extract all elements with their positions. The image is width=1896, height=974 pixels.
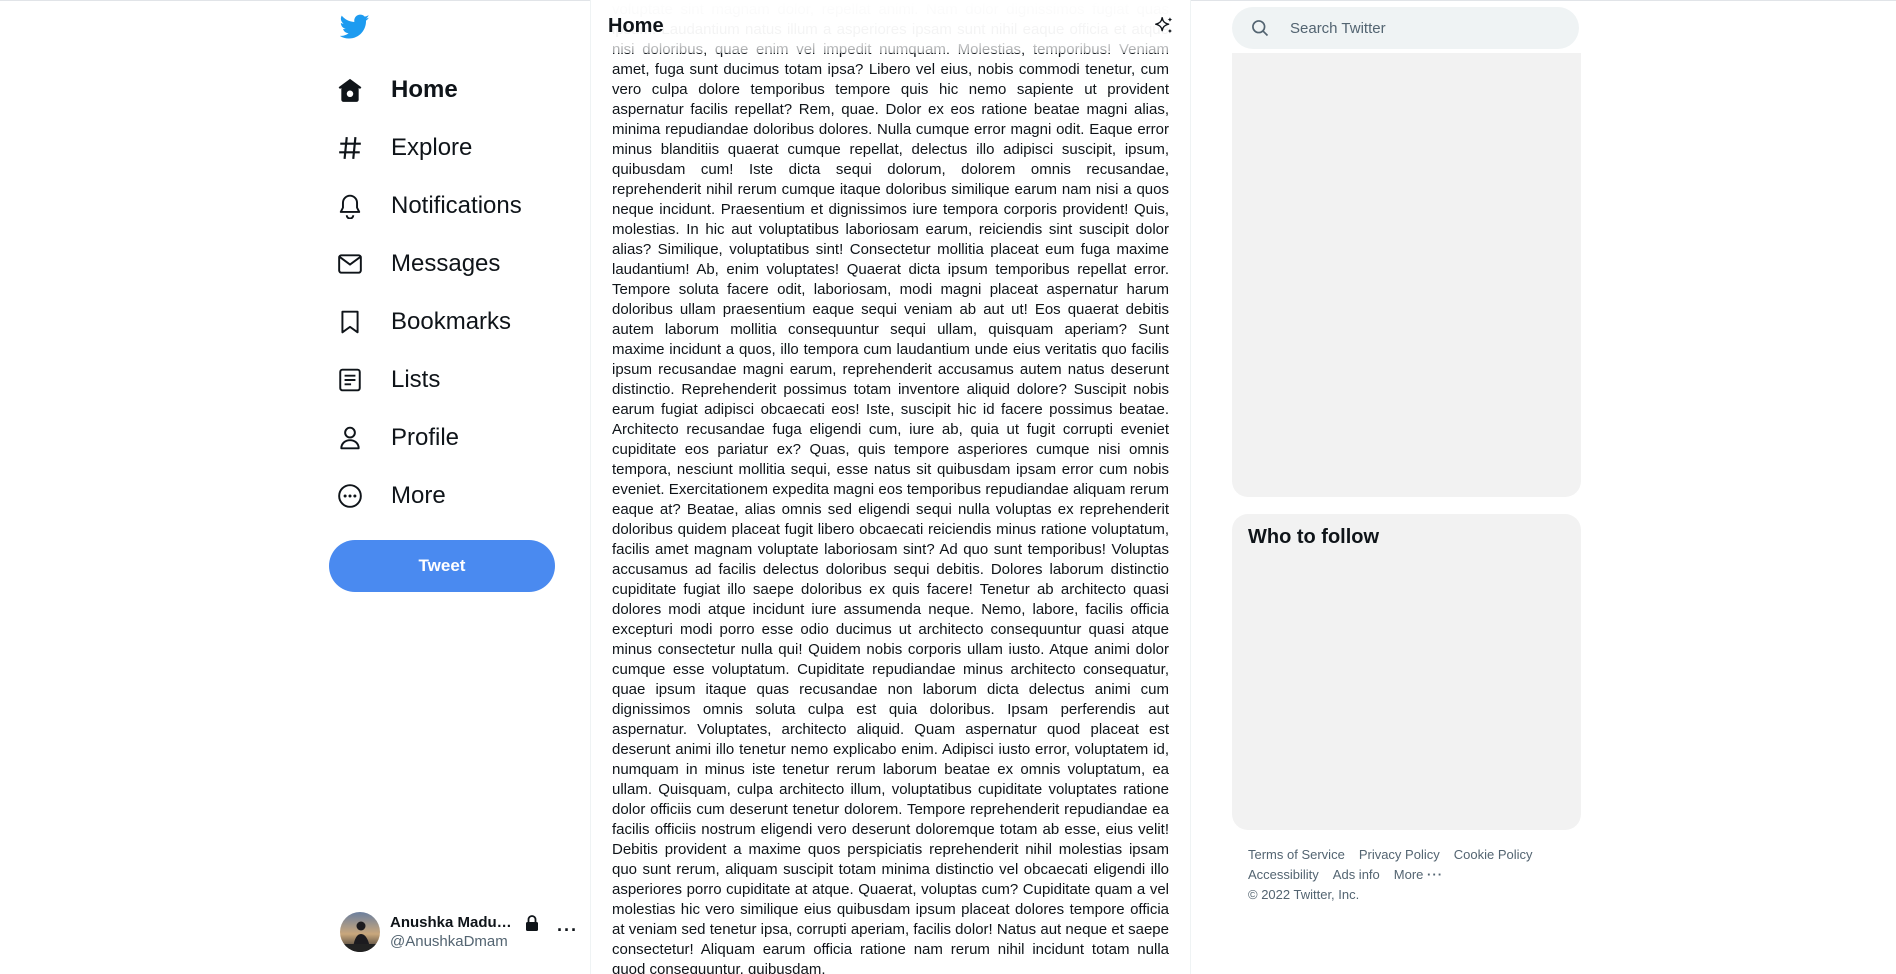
tweet-button[interactable]: Tweet	[329, 540, 555, 592]
footer-more-link[interactable]: More ···	[1394, 867, 1443, 882]
nav-lists[interactable]: Lists	[335, 358, 440, 402]
envelope-icon	[335, 249, 365, 279]
nav-label: Home	[391, 76, 458, 103]
nav-messages[interactable]: Messages	[335, 242, 500, 286]
lock-icon	[524, 914, 540, 937]
home-icon	[335, 75, 365, 105]
nav-explore[interactable]: Explore	[335, 126, 472, 170]
footer-more-label: More	[1393, 867, 1424, 882]
page-title: Home	[608, 15, 664, 37]
person-icon	[335, 423, 365, 453]
nav-label: Explore	[391, 134, 473, 161]
nav-label: Bookmarks	[391, 308, 512, 335]
who-to-follow-heading: Who to follow	[1248, 526, 1380, 548]
footer: Terms of Service Privacy Policy Cookie Pol…	[1248, 845, 1568, 905]
footer-terms-link[interactable]: Terms of Service	[1248, 847, 1345, 862]
nav-more[interactable]: More	[335, 474, 446, 518]
left-sidebar: Home Explore Notifications Messages Book…	[329, 0, 591, 974]
account-more-icon[interactable]: ···	[557, 920, 578, 941]
nav-home[interactable]: Home	[335, 68, 458, 112]
footer-accessibility-link[interactable]: Accessibility	[1248, 867, 1319, 882]
nav-profile[interactable]: Profile	[335, 416, 459, 460]
bell-icon	[335, 191, 365, 221]
nav-label: Profile	[391, 424, 460, 451]
nav-label: Messages	[391, 250, 501, 277]
twitter-bird-icon[interactable]	[339, 14, 372, 46]
nav-bookmarks[interactable]: Bookmarks	[335, 300, 511, 344]
account-switcher[interactable]: Anushka Madu… @AnushkaDmam ···	[340, 910, 580, 954]
list-icon	[335, 365, 365, 395]
who-to-follow-panel: Who to follow	[1232, 514, 1581, 830]
nav-notifications[interactable]: Notifications	[335, 184, 522, 228]
sparkle-icon[interactable]	[1153, 15, 1175, 37]
more-dots-icon: ···	[1427, 867, 1444, 882]
nav-label: Notifications	[391, 192, 522, 219]
hashtag-icon	[335, 133, 365, 163]
main-timeline: Lorem ipsum dolor sit amet consectetur a…	[590, 0, 1191, 974]
trends-panel	[1232, 53, 1581, 497]
bookmark-icon	[335, 307, 365, 337]
right-sidebar: Who to follow Terms of Service Privacy Po…	[1232, 0, 1581, 974]
search-input[interactable]	[1288, 18, 1552, 38]
search-bar[interactable]	[1232, 7, 1579, 49]
footer-cookie-link[interactable]: Cookie Policy	[1454, 847, 1533, 862]
nav-label: More	[391, 482, 446, 509]
more-circle-icon	[335, 481, 365, 511]
account-handle: @AnushkaDmam	[390, 933, 508, 950]
footer-ads-link[interactable]: Ads info	[1333, 867, 1380, 882]
account-name: Anushka Madu…	[390, 914, 512, 931]
nav-label: Lists	[391, 366, 441, 393]
main-header: Home	[591, 0, 1190, 53]
timeline-text: Lorem ipsum dolor sit amet consectetur a…	[612, 1, 1169, 974]
search-icon	[1250, 18, 1270, 38]
copyright: © 2022 Twitter, Inc.	[1248, 887, 1360, 902]
account-text: Anushka Madu… @AnushkaDmam	[390, 914, 520, 950]
avatar	[340, 912, 380, 952]
footer-privacy-link[interactable]: Privacy Policy	[1359, 847, 1440, 862]
